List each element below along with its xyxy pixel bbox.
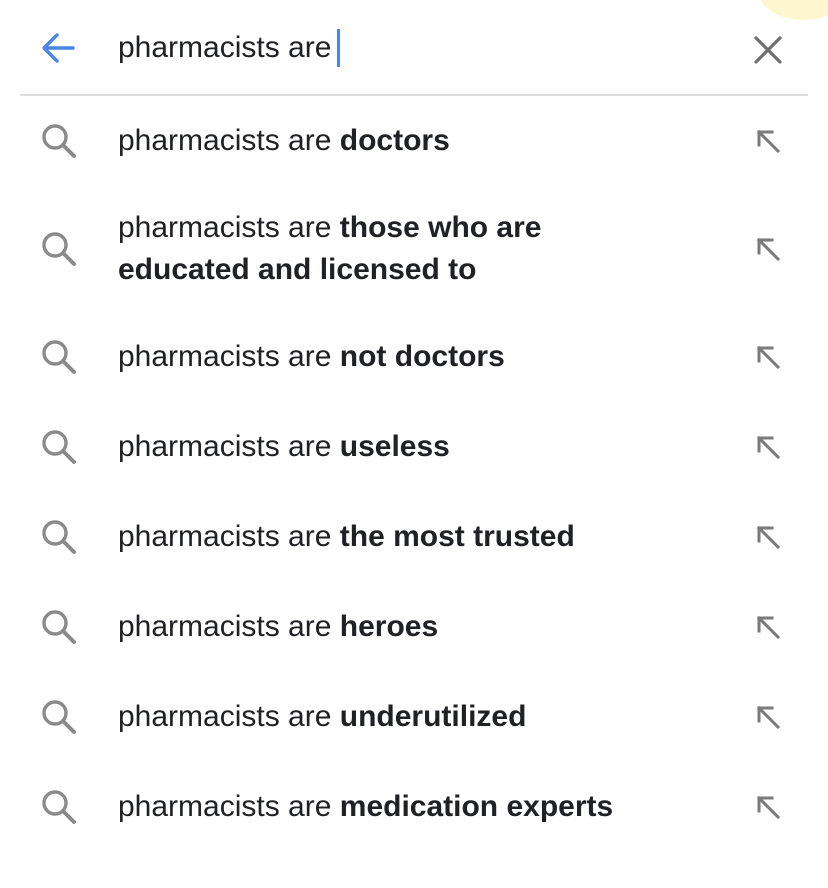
arrow-up-left-icon: [756, 129, 781, 154]
close-icon: [754, 36, 782, 64]
suggestion-prefix: pharmacists are: [118, 430, 332, 463]
search-query-text: pharmacists are: [118, 31, 332, 64]
suggestion-text: pharmacists are doctors: [118, 120, 678, 162]
arrow-up-left-icon: [756, 237, 781, 262]
search-icon: [42, 520, 76, 554]
clear-button[interactable]: [748, 30, 788, 70]
suggestion-item[interactable]: pharmacists are the most trusted: [0, 492, 828, 582]
suggestion-item[interactable]: pharmacists are doctors: [0, 96, 828, 186]
suggestion-completion: not doctors: [339, 340, 505, 373]
arrow-up-left-icon: [756, 345, 781, 370]
suggestion-completion: doctors: [339, 124, 450, 157]
suggestion-completion: useless: [339, 430, 450, 463]
search-input[interactable]: pharmacists are: [118, 26, 341, 70]
suggestion-completion: the most trusted: [339, 520, 575, 553]
suggestion-prefix: pharmacists are: [118, 520, 332, 553]
suggestion-prefix: pharmacists are: [118, 700, 332, 733]
fill-query-button[interactable]: [752, 791, 784, 823]
arrow-up-left-icon: [756, 795, 781, 820]
suggestion-item[interactable]: pharmacists are useless: [0, 402, 828, 492]
suggestion-completion: underutilized: [339, 700, 527, 733]
fill-query-button[interactable]: [752, 233, 784, 265]
text-caret: [337, 29, 341, 67]
search-icon: [42, 610, 76, 644]
suggestion-text: pharmacists are underutilized: [118, 696, 678, 738]
arrow-left-icon: [42, 33, 75, 63]
arrow-up-left-icon: [756, 435, 781, 460]
suggestion-item[interactable]: pharmacists are those who are educated a…: [0, 186, 828, 312]
fill-query-button[interactable]: [752, 125, 784, 157]
search-icon: [42, 124, 76, 158]
arrow-up-left-icon: [756, 615, 781, 640]
search-bar: pharmacists are: [0, 0, 828, 94]
fill-query-button[interactable]: [752, 431, 784, 463]
search-icon: [42, 790, 76, 824]
search-icon: [42, 232, 76, 266]
suggestion-text: pharmacists are medication experts: [118, 786, 678, 828]
fill-query-button[interactable]: [752, 701, 784, 733]
suggestion-prefix: pharmacists are: [118, 340, 332, 373]
search-icon: [42, 430, 76, 464]
suggestion-prefix: pharmacists are: [118, 124, 332, 157]
fill-query-button[interactable]: [752, 611, 784, 643]
suggestion-prefix: pharmacists are: [118, 211, 332, 244]
arrow-up-left-icon: [756, 705, 781, 730]
search-icon: [42, 340, 76, 374]
suggestion-text: pharmacists are heroes: [118, 606, 678, 648]
suggestion-item[interactable]: pharmacists are medication experts: [0, 762, 828, 852]
suggestion-list: pharmacists are doctors pharmacists are …: [0, 96, 828, 852]
suggestion-text: pharmacists are the most trusted: [118, 516, 678, 558]
back-button[interactable]: [36, 28, 80, 68]
fill-query-button[interactable]: [752, 341, 784, 373]
suggestion-text: pharmacists are useless: [118, 426, 678, 468]
search-icon: [42, 700, 76, 734]
suggestion-completion: medication experts: [339, 790, 614, 823]
suggestion-prefix: pharmacists are: [118, 610, 332, 643]
suggestion-completion: heroes: [339, 610, 439, 643]
fill-query-button[interactable]: [752, 521, 784, 553]
suggestion-item[interactable]: pharmacists are heroes: [0, 582, 828, 672]
suggestion-text: pharmacists are not doctors: [118, 336, 678, 378]
suggestion-item[interactable]: pharmacists are not doctors: [0, 312, 828, 402]
arrow-up-left-icon: [756, 525, 781, 550]
suggestion-item[interactable]: pharmacists are underutilized: [0, 672, 828, 762]
suggestion-text: pharmacists are those who are educated a…: [118, 207, 678, 291]
suggestion-prefix: pharmacists are: [118, 790, 332, 823]
